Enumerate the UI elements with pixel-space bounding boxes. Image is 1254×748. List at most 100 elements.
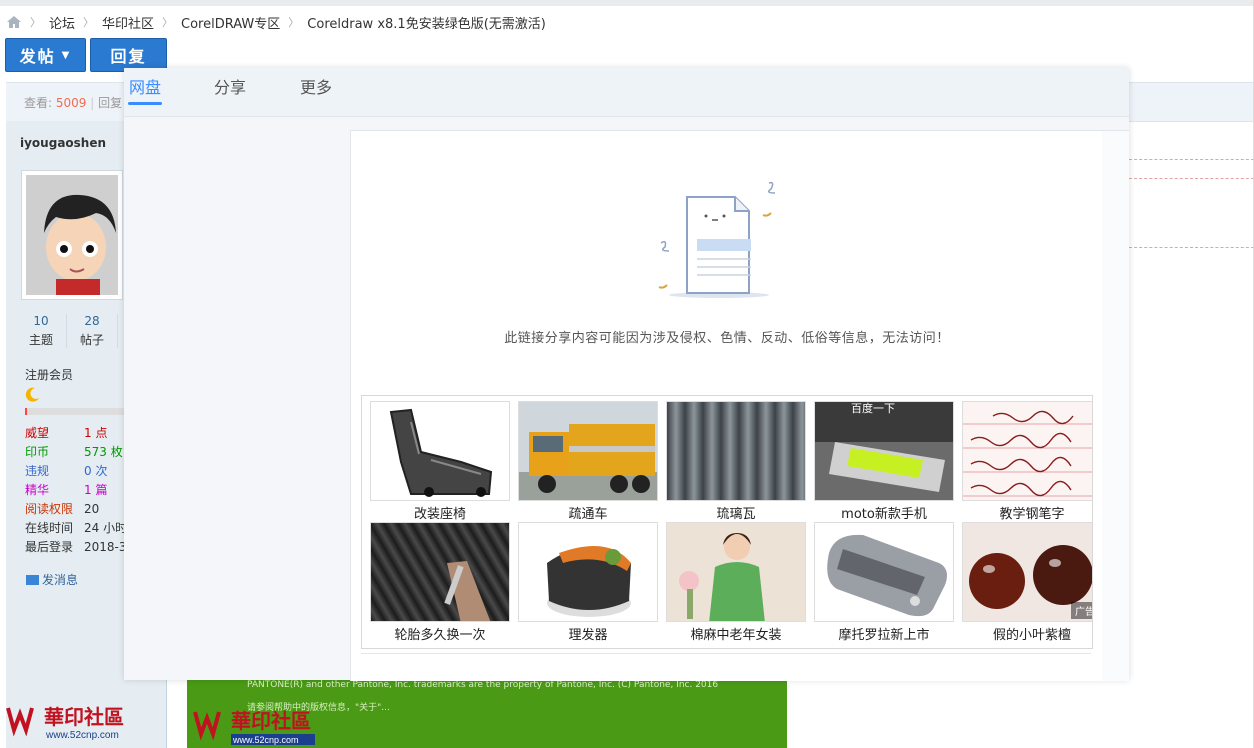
- divider-dashed: [1129, 159, 1254, 160]
- breadcrumb-item-community[interactable]: 华印社区: [102, 13, 154, 32]
- chevron-down-icon: ▼: [61, 49, 72, 61]
- avatar-image: [26, 175, 118, 295]
- ad-panel: 改装座椅 疏通车 琉璃瓦 百度一下 moto新款手机 教学钢笔字 轮胎多久换一次…: [361, 395, 1093, 649]
- send-message-link[interactable]: 发消息: [26, 571, 78, 588]
- posts-count[interactable]: 28 帖子: [71, 314, 118, 348]
- send-message-label: 发消息: [42, 573, 79, 587]
- handwriting-icon: [963, 410, 1092, 497]
- ad-label: 假的小叶紫檀: [992, 628, 1071, 643]
- woman-dress-image: [666, 522, 806, 622]
- tire-gauge-icon: [444, 561, 491, 621]
- stats-divider: |: [90, 96, 95, 110]
- breadcrumb-separator: 〉: [30, 16, 41, 29]
- motorola-phone-icon: [827, 534, 947, 617]
- info-key: 违规: [25, 464, 50, 478]
- tab-more[interactable]: 更多: [300, 74, 332, 98]
- panel-scroll-area[interactable]: [1102, 130, 1129, 681]
- roof-tile-image: [666, 401, 806, 501]
- member-rank: 注册会员: [25, 368, 74, 382]
- truck-icon: [519, 424, 657, 500]
- site-logo[interactable]: 華印社區 www.52cnp.com: [4, 700, 134, 744]
- author-username[interactable]: iyougaoshen: [20, 136, 106, 150]
- breadcrumb-separator: 〉: [288, 16, 300, 29]
- ad-label: 改装座椅: [413, 507, 466, 522]
- ad-item[interactable]: 琉璃瓦: [666, 401, 806, 522]
- new-post-button[interactable]: 发帖 ▼: [5, 38, 86, 72]
- ad-item[interactable]: 理发器: [518, 522, 658, 643]
- ad-item[interactable]: 改装座椅: [370, 401, 510, 522]
- ad-item[interactable]: 百度一下 moto新款手机: [814, 401, 954, 522]
- breadcrumb-item-coreldraw[interactable]: CorelDRAW专区: [181, 13, 280, 32]
- logo-text: 華印社區: [44, 705, 124, 729]
- divider-dashed: [1129, 178, 1254, 179]
- info-value: 573 枚: [84, 445, 123, 459]
- active-tab-indicator: [128, 102, 162, 105]
- divider-dashed: [1129, 247, 1254, 248]
- reply-button[interactable]: 回复: [90, 38, 167, 72]
- motorola-phone-image: [814, 522, 954, 622]
- ad-label: 疏通车: [568, 507, 608, 522]
- info-key: 最后登录: [25, 540, 74, 554]
- info-value: 24 小时: [84, 521, 128, 535]
- info-row-essence: 精华 1 篇: [25, 481, 127, 500]
- ad-label: 轮胎多久换一次: [394, 628, 486, 643]
- banner-trademark-text: PANTONE(R) and other Pantone, Inc. trade…: [247, 680, 719, 690]
- overlay-tab-bar: 网盘 分享 更多: [124, 68, 1129, 117]
- blocked-document-icon: [658, 181, 776, 298]
- posts-count-label: 帖子: [79, 333, 104, 347]
- divider: [361, 653, 1091, 654]
- woman-dress-icon: [679, 533, 765, 621]
- ad-item[interactable]: 疏通车: [518, 401, 658, 522]
- phone-icon: [815, 402, 953, 492]
- breadcrumb-separator: 〉: [162, 16, 174, 29]
- ad-item[interactable]: 轮胎多久换一次: [370, 522, 510, 643]
- tire-image: [370, 522, 510, 622]
- info-row-last-login: 最后登录 2018-3: [25, 538, 127, 557]
- home-icon[interactable]: [6, 15, 22, 29]
- topics-count[interactable]: 10 主题: [20, 314, 67, 348]
- tab-netdisk-label: 网盘: [129, 78, 162, 97]
- ad-item[interactable]: 教学钢笔字: [962, 401, 1092, 522]
- tab-netdisk[interactable]: 网盘: [129, 74, 161, 98]
- blocked-content-message: 此链接分享内容可能因为涉及侵权、色情、反动、低俗等信息，无法访问！: [504, 331, 950, 346]
- ad-label: 教学钢笔字: [999, 507, 1065, 522]
- info-value: 2018-3: [84, 540, 127, 554]
- car-seat-image: [370, 401, 510, 501]
- replies-label: 回复: [98, 96, 123, 110]
- info-row-violations: 违规 0 次: [25, 462, 127, 481]
- banner-logo-text: 華印社區: [231, 709, 311, 733]
- tab-more-label: 更多: [300, 78, 333, 97]
- banner-logo-icon: 華印社區 www.52cnp.com: [193, 709, 315, 745]
- clipper-image: [518, 522, 658, 622]
- baidu-search-tag[interactable]: 百度一下: [851, 402, 953, 416]
- ad-item[interactable]: 棉麻中老年女装: [666, 522, 806, 643]
- software-splash-banner: PANTONE(R) and other Pantone, Inc. trade…: [187, 680, 787, 748]
- views-count: 5009: [55, 96, 87, 110]
- info-value: 20: [84, 502, 100, 516]
- logo-url: www.52cnp.com: [45, 730, 119, 741]
- info-row-prestige: 威望 1 点: [25, 424, 127, 443]
- new-post-label: 发帖: [19, 47, 56, 66]
- phone-image: 百度一下: [814, 401, 954, 501]
- info-key: 印币: [25, 445, 50, 459]
- ad-item[interactable]: 摩托罗拉新上市: [814, 522, 954, 643]
- info-row-read-permission: 阅读权限 20: [25, 500, 127, 519]
- ad-label: 理发器: [568, 628, 608, 643]
- tab-share[interactable]: 分享: [214, 74, 246, 98]
- info-key: 威望: [25, 426, 50, 440]
- moon-icon: [25, 387, 39, 402]
- breadcrumb-item-thread[interactable]: Coreldraw x8.1免安装绿色版(无需激活): [307, 13, 546, 32]
- ad-label: 琉璃瓦: [716, 507, 756, 522]
- truck-image: [518, 401, 658, 501]
- avatar[interactable]: [21, 170, 123, 300]
- blocked-content-panel: 此链接分享内容可能因为涉及侵权、色情、反动、低俗等信息，无法访问！ 改装座椅 疏…: [350, 130, 1104, 681]
- clipper-icon: [547, 545, 631, 617]
- tab-share-label: 分享: [214, 78, 247, 97]
- beads-image: 广告: [962, 522, 1092, 622]
- reply-label: 回复: [110, 47, 147, 66]
- author-info: 威望 1 点 印币 573 枚 违规 0 次 精华 1 篇 阅读权限 20 在线时间 24 …: [25, 424, 127, 557]
- rank-progress-bar: [25, 408, 124, 415]
- ad-item[interactable]: 广告 假的小叶紫檀: [962, 522, 1092, 643]
- site-logo-icon: 華印社區 www.52cnp.com: [6, 705, 124, 741]
- breadcrumb-item-forum[interactable]: 论坛: [49, 13, 75, 32]
